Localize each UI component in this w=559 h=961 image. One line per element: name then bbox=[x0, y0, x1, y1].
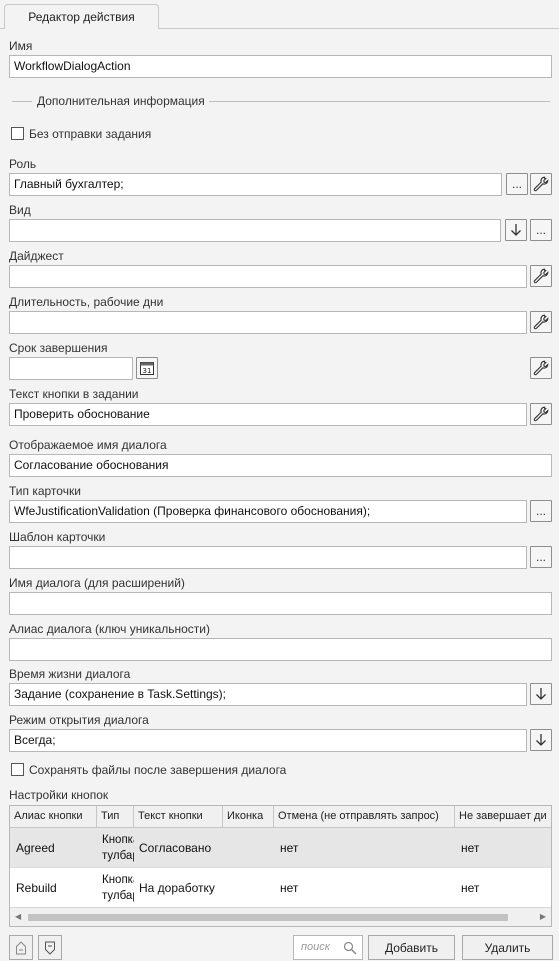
row-no-finish: нет bbox=[461, 841, 480, 855]
card-type-field[interactable]: WfeJustificationValidation (Проверка фин… bbox=[9, 500, 527, 523]
column-header-alias[interactable]: Алиас кнопки bbox=[10, 806, 97, 828]
grid-header: Алиас кнопки Тип Текст кнопки Иконка Отм… bbox=[10, 806, 551, 828]
dialog-display-name-field[interactable]: Согласование обоснования bbox=[9, 454, 552, 477]
kind-field[interactable] bbox=[9, 219, 501, 242]
deadline-label: Срок завершения bbox=[9, 341, 108, 355]
arrow-down-icon bbox=[536, 688, 546, 700]
card-template-field[interactable] bbox=[9, 546, 527, 569]
section-line-left bbox=[12, 101, 32, 102]
no-task-checkbox[interactable] bbox=[11, 127, 24, 140]
row-cancel: нет bbox=[280, 881, 299, 895]
move-up-button[interactable] bbox=[9, 935, 33, 960]
horizontal-scrollbar[interactable]: ◀ ▶ bbox=[10, 907, 551, 926]
dialog-lifetime-dropdown-button[interactable] bbox=[530, 683, 552, 705]
calendar-day: 31 bbox=[143, 367, 152, 375]
column-header-text[interactable]: Текст кнопки bbox=[134, 806, 223, 828]
row-cancel: нет bbox=[280, 841, 299, 855]
search-icon[interactable] bbox=[343, 941, 357, 955]
duration-label: Длительность, рабочие дни bbox=[9, 295, 164, 309]
buttons-grid: Алиас кнопки Тип Текст кнопки Иконка Отм… bbox=[9, 805, 552, 927]
role-field[interactable]: Главный бухгалтер; bbox=[9, 173, 502, 196]
row-alias: Rebuild bbox=[16, 881, 57, 895]
wrench-icon bbox=[533, 406, 549, 422]
kind-label: Вид bbox=[9, 203, 31, 217]
arrow-down-icon bbox=[511, 224, 521, 236]
column-header-no-finish[interactable]: Не завершает ди bbox=[455, 806, 551, 828]
dialog-lifetime-field[interactable]: Задание (сохранение в Task.Settings); bbox=[9, 683, 527, 706]
kind-browse-button[interactable]: ... bbox=[530, 219, 552, 241]
row-alias: Agreed bbox=[16, 841, 55, 855]
move-down-button[interactable] bbox=[38, 935, 62, 960]
table-row[interactable]: Rebuild Кнопка тулбара На доработку нет … bbox=[10, 868, 551, 908]
scroll-right-icon[interactable]: ▶ bbox=[540, 912, 546, 921]
row-text: На доработку bbox=[139, 881, 215, 895]
arrow-down-icon bbox=[536, 734, 546, 746]
button-text-wrench-button[interactable] bbox=[530, 403, 552, 425]
row-text: Согласовано bbox=[139, 841, 212, 855]
calendar-icon: 31 bbox=[140, 362, 154, 375]
card-type-browse-button[interactable]: ... bbox=[530, 500, 552, 522]
no-task-label: Без отправки задания bbox=[29, 127, 152, 141]
buttons-settings-label: Настройки кнопок bbox=[9, 788, 109, 802]
section-title: Дополнительная информация bbox=[37, 94, 205, 108]
scroll-left-icon[interactable]: ◀ bbox=[15, 912, 21, 921]
duration-field[interactable] bbox=[9, 311, 527, 334]
column-header-cancel[interactable]: Отмена (не отправлять запрос) bbox=[274, 806, 455, 828]
row-icon bbox=[223, 868, 274, 908]
section-line-right bbox=[209, 101, 550, 102]
row-icon bbox=[223, 828, 274, 868]
deadline-field[interactable] bbox=[9, 357, 133, 380]
search-input[interactable]: поиск bbox=[293, 935, 363, 960]
table-row[interactable]: Agreed Кнопка тулбара Согласовано нет не… bbox=[10, 828, 551, 868]
scroll-thumb[interactable] bbox=[28, 914, 508, 921]
digest-wrench-button[interactable] bbox=[530, 265, 552, 287]
row-type: Кнопка тулбара bbox=[102, 874, 134, 902]
wrench-icon bbox=[533, 268, 549, 284]
dialog-alias-field[interactable] bbox=[9, 638, 552, 661]
button-text-label: Текст кнопки в задании bbox=[9, 387, 139, 401]
wrench-icon bbox=[533, 360, 549, 376]
role-wrench-button[interactable] bbox=[530, 173, 552, 195]
name-label: Имя bbox=[9, 39, 33, 53]
open-mode-label: Режим открытия диалога bbox=[9, 713, 149, 727]
column-header-icon[interactable]: Иконка bbox=[223, 806, 274, 828]
move-up-icon bbox=[16, 940, 26, 954]
open-mode-field[interactable]: Всегда; bbox=[9, 729, 527, 752]
kind-dropdown-button[interactable] bbox=[505, 219, 527, 241]
open-mode-dropdown-button[interactable] bbox=[530, 729, 552, 751]
duration-wrench-button[interactable] bbox=[530, 311, 552, 333]
row-no-finish: нет bbox=[461, 881, 480, 895]
card-template-label: Шаблон карточки bbox=[9, 530, 106, 544]
column-header-type[interactable]: Тип bbox=[97, 806, 134, 828]
move-down-icon bbox=[45, 941, 55, 955]
add-button[interactable]: Добавить bbox=[368, 935, 455, 960]
digest-label: Дайджест bbox=[9, 249, 64, 263]
card-type-label: Тип карточки bbox=[9, 484, 81, 498]
name-field[interactable]: WorkflowDialogAction bbox=[9, 55, 552, 78]
search-placeholder: поиск bbox=[301, 941, 330, 953]
role-label: Роль bbox=[9, 157, 37, 171]
row-type: Кнопка тулбара bbox=[102, 834, 134, 862]
digest-field[interactable] bbox=[9, 265, 527, 288]
wrench-icon bbox=[533, 314, 549, 330]
deadline-wrench-button[interactable] bbox=[530, 357, 552, 379]
calendar-button[interactable]: 31 bbox=[136, 357, 158, 379]
dialog-lifetime-label: Время жизни диалога bbox=[9, 667, 131, 681]
wrench-icon bbox=[533, 176, 549, 192]
dialog-alias-label: Алиас диалога (ключ уникальности) bbox=[9, 622, 210, 636]
keep-files-label: Сохранять файлы после завершения диалога bbox=[29, 763, 287, 777]
dialog-display-name-label: Отображаемое имя диалога bbox=[9, 438, 167, 452]
role-browse-button[interactable]: ... bbox=[506, 173, 528, 195]
tab-action-editor[interactable]: Редактор действия bbox=[4, 4, 159, 29]
keep-files-checkbox[interactable] bbox=[11, 763, 24, 776]
dialog-name-label: Имя диалога (для расширений) bbox=[9, 576, 185, 590]
button-text-field[interactable]: Проверить обоснование bbox=[9, 403, 527, 426]
card-template-browse-button[interactable]: ... bbox=[530, 546, 552, 568]
dialog-name-field[interactable] bbox=[9, 592, 552, 615]
delete-button[interactable]: Удалить bbox=[462, 935, 553, 960]
